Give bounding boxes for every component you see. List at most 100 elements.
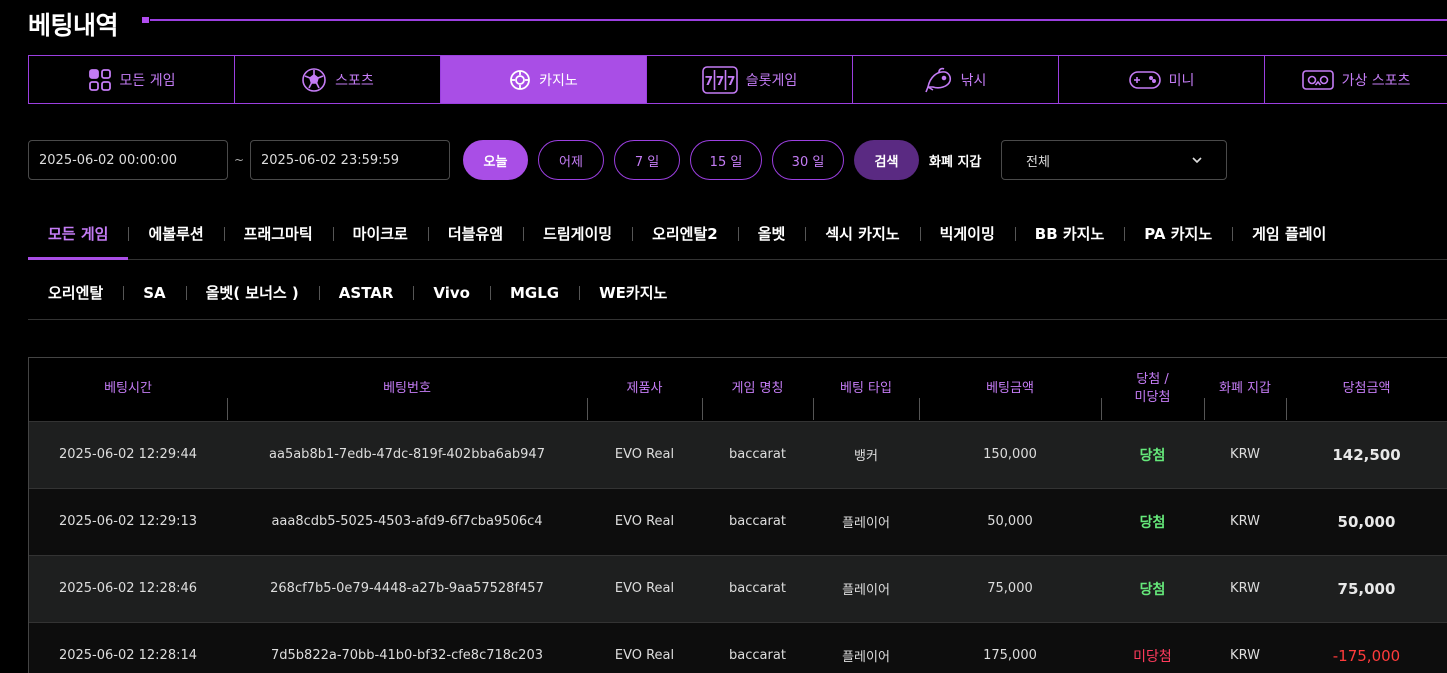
7-days-button[interactable]: 7 일 bbox=[614, 140, 680, 180]
provider-tab[interactable]: ASTAR bbox=[318, 266, 414, 319]
provider-tab[interactable]: 올벳( 보너스 ) bbox=[185, 266, 319, 319]
bet-amount: 150,000 bbox=[919, 420, 1101, 488]
30-days-button[interactable]: 30 일 bbox=[772, 140, 844, 180]
bet-id: aa5ab8b1-7edb-47dc-819f-402bba6ab947 bbox=[227, 420, 587, 488]
bet-amount: 50,000 bbox=[919, 487, 1101, 555]
provider-tab[interactable]: 게임 플레이 bbox=[1232, 208, 1346, 259]
tab-label: 슬롯게임 bbox=[745, 72, 798, 89]
vendor: EVO Real bbox=[587, 621, 702, 673]
column-header: 베팅시간 bbox=[104, 381, 152, 397]
provider-tab[interactable]: 모든 게임 bbox=[28, 208, 129, 260]
wallet-label: 화폐 지갑 bbox=[929, 154, 982, 170]
provider-tab[interactable]: Vivo bbox=[413, 266, 490, 319]
bet-time: 2025-06-02 12:28:14 bbox=[29, 621, 227, 673]
column-header: 당첨 / 미당첨 bbox=[1101, 358, 1204, 421]
vendor: EVO Real bbox=[587, 487, 702, 555]
column-header: 베팅번호 bbox=[227, 358, 587, 421]
bet-type: 플레이어 bbox=[813, 621, 919, 673]
wallet: KRW bbox=[1204, 554, 1286, 622]
gamepad-icon bbox=[1128, 70, 1161, 89]
tab-sports[interactable]: 스포츠 bbox=[235, 56, 441, 103]
tab-label: 카지노 bbox=[539, 72, 578, 89]
tab-label: 모든 게임 bbox=[119, 72, 176, 89]
wallet-select[interactable]: 전체 bbox=[1001, 140, 1227, 180]
table-row: 2025-06-02 12:29:44 aa5ab8b1-7edb-47dc-8… bbox=[29, 420, 1447, 488]
tab-fishing[interactable]: 낚시 bbox=[853, 56, 1059, 103]
wallet: KRW bbox=[1204, 420, 1286, 488]
provider-tab[interactable]: SA bbox=[123, 266, 185, 319]
game-name: baccarat bbox=[702, 554, 813, 622]
svg-text:7: 7 bbox=[716, 74, 724, 88]
bet-time: 2025-06-02 12:29:44 bbox=[29, 420, 227, 488]
soccer-ball-icon bbox=[302, 67, 326, 92]
chevron-down-icon bbox=[1192, 157, 1202, 163]
date-separator: ~ bbox=[233, 153, 245, 167]
game-name: baccarat bbox=[702, 420, 813, 488]
vendor: EVO Real bbox=[587, 420, 702, 488]
fish-icon bbox=[924, 67, 951, 92]
tab-label: 미니 bbox=[1168, 72, 1195, 89]
provider-tab[interactable]: 드림게이밍 bbox=[523, 208, 632, 259]
provider-tab[interactable]: WE카지노 bbox=[579, 266, 687, 319]
wallet: KRW bbox=[1204, 621, 1286, 673]
provider-tab[interactable]: 오리엔탈 bbox=[28, 266, 123, 319]
end-date-input[interactable]: 2025-06-02 23:59:59 bbox=[250, 140, 450, 180]
casino-chip-icon bbox=[510, 69, 531, 90]
provider-tab[interactable]: 섹시 카지노 bbox=[805, 208, 919, 259]
bet-id: 7d5b822a-70bb-41b0-bf32-cfe8c718c203 bbox=[227, 621, 587, 673]
column-header: 베팅 타입 bbox=[813, 358, 919, 421]
wallet: KRW bbox=[1204, 487, 1286, 555]
table-row: 2025-06-02 12:28:46 268cf7b5-0e79-4448-a… bbox=[29, 554, 1447, 622]
provider-tab[interactable]: PA 카지노 bbox=[1124, 208, 1232, 259]
result-status: 당첨 bbox=[1101, 554, 1204, 622]
provider-tab[interactable]: 에볼루션 bbox=[128, 208, 223, 259]
tab-label: 가상 스포츠 bbox=[1341, 72, 1411, 89]
provider-tab[interactable]: 올벳 bbox=[737, 208, 806, 259]
payout-amount: 75,000 bbox=[1286, 554, 1447, 622]
provider-tab[interactable]: 빅게이밍 bbox=[919, 208, 1015, 259]
bet-amount: 75,000 bbox=[919, 554, 1101, 622]
column-header: 제품사 bbox=[587, 358, 702, 421]
provider-tab[interactable]: 오리엔탈2 bbox=[632, 208, 738, 259]
provider-tab[interactable]: 프래그마틱 bbox=[223, 208, 333, 259]
wallet-select-value: 전체 bbox=[1026, 154, 1050, 170]
today-button[interactable]: 오늘 bbox=[463, 140, 528, 180]
tab-casino[interactable]: 카지노 bbox=[441, 56, 647, 103]
payout-amount: -175,000 bbox=[1286, 621, 1447, 673]
provider-tab[interactable]: BB 카지노 bbox=[1014, 208, 1125, 259]
bet-history-table: 베팅시간 베팅번호 제품사 게임 명칭 베팅 타입 베팅금액 당첨 / 미당첨 … bbox=[28, 357, 1447, 673]
tab-mini[interactable]: 미니 bbox=[1059, 56, 1265, 103]
provider-tab[interactable]: MGLG bbox=[490, 266, 579, 319]
slot-777-icon: 777 bbox=[701, 65, 738, 94]
column-header: 당첨금액 bbox=[1286, 358, 1447, 421]
start-date-input[interactable]: 2025-06-02 00:00:00 bbox=[28, 140, 228, 180]
result-status: 미당첨 bbox=[1101, 621, 1204, 673]
tab-virtual-sports[interactable]: 가상 스포츠 bbox=[1265, 56, 1447, 103]
bet-id: 268cf7b5-0e79-4448-a27b-9aa57528f457 bbox=[227, 554, 587, 622]
tab-all-games[interactable]: 모든 게임 bbox=[29, 56, 235, 103]
result-status: 당첨 bbox=[1101, 487, 1204, 555]
page-title: 베팅내역 bbox=[28, 11, 119, 40]
search-button[interactable]: 검색 bbox=[854, 140, 919, 180]
game-name: baccarat bbox=[702, 621, 813, 673]
category-tabs: 모든 게임 스포츠 카지노 777 슬롯게임 낚시 미니 가상 스포츠 bbox=[28, 55, 1447, 104]
svg-text:7: 7 bbox=[704, 74, 712, 88]
provider-tabs-row-2: 오리엔탈 SA 올벳( 보너스 ) ASTAR Vivo MGLG WE카지노 bbox=[28, 266, 1447, 320]
result-status: 당첨 bbox=[1101, 420, 1204, 488]
payout-amount: 50,000 bbox=[1286, 487, 1447, 555]
yesterday-button[interactable]: 어제 bbox=[538, 140, 604, 180]
table-row: 2025-06-02 12:29:13 aaa8cdb5-5025-4503-a… bbox=[29, 487, 1447, 555]
15-days-button[interactable]: 15 일 bbox=[690, 140, 762, 180]
tab-slot[interactable]: 777 슬롯게임 bbox=[647, 56, 853, 103]
bet-time: 2025-06-02 12:29:13 bbox=[29, 487, 227, 555]
vr-headset-icon bbox=[1301, 69, 1334, 90]
svg-text:7: 7 bbox=[727, 74, 735, 88]
grid-icon bbox=[88, 68, 111, 91]
column-header: 게임 명칭 bbox=[702, 358, 813, 421]
provider-tab[interactable]: 더블유엠 bbox=[427, 208, 523, 259]
payout-amount: 142,500 bbox=[1286, 420, 1447, 488]
column-header: 화폐 지갑 bbox=[1204, 358, 1286, 421]
provider-tab[interactable]: 마이크로 bbox=[332, 208, 428, 259]
column-header: 베팅금액 bbox=[919, 358, 1101, 421]
vendor: EVO Real bbox=[587, 554, 702, 622]
